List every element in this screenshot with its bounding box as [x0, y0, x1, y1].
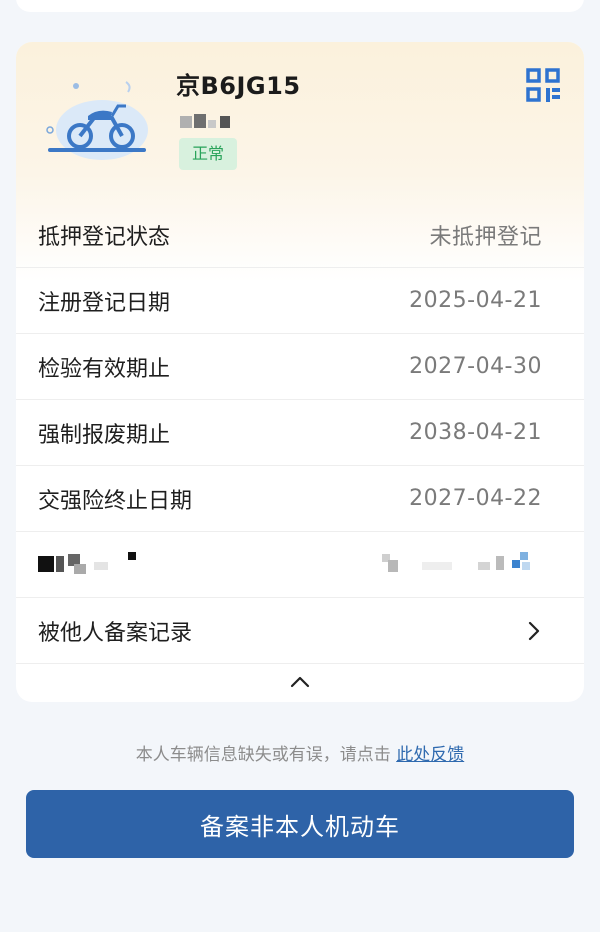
detail-label: 抵押登记状态 [38, 224, 171, 250]
qr-code-icon[interactable] [526, 68, 560, 102]
detail-label: 注册登记日期 [38, 290, 171, 316]
detail-row-scrap-deadline: 强制报废期止 2038-04-21 [16, 400, 584, 466]
detail-value: 2027-04-30 [409, 354, 542, 379]
status-badge: 正常 [179, 138, 238, 170]
detail-label: 强制报废期止 [38, 422, 171, 448]
detail-value: 2027-04-22 [409, 486, 542, 511]
redacted-value-mosaic [382, 550, 542, 580]
motorcycle-icon [46, 81, 148, 160]
feedback-link[interactable]: 此处反馈 [396, 745, 464, 765]
detail-row-inspection-expiry: 检验有效期止 2027-04-30 [16, 334, 584, 400]
detail-value: 2025-04-21 [409, 288, 542, 313]
filing-record-row[interactable]: 被他人备案记录 [16, 598, 584, 664]
detail-row-redacted [16, 532, 584, 598]
redacted-label-mosaic [38, 550, 198, 580]
detail-label: 交强险终止日期 [38, 488, 193, 514]
detail-value: 未抵押登记 [429, 224, 542, 250]
detail-row-insurance-expiry: 交强险终止日期 2027-04-22 [16, 466, 584, 532]
vehicle-card: 京B6JG15 正常 抵押登记状态 未抵押登记 注册登记日期 2025-04-2… [16, 42, 584, 702]
detail-label: 检验有效期止 [38, 356, 171, 382]
owner-name-mosaic [180, 114, 230, 130]
detail-row-registration-date: 注册登记日期 2025-04-21 [16, 268, 584, 334]
chevron-right-icon [528, 621, 540, 640]
feedback-hint: 本人车辆信息缺失或有误，请点击 此处反馈 [0, 740, 600, 765]
vehicle-details-list: 抵押登记状态 未抵押登记 注册登记日期 2025-04-21 检验有效期止 20… [16, 202, 584, 664]
license-plate: 京B6JG15 [176, 72, 301, 100]
collapse-toggle[interactable] [16, 662, 584, 702]
detail-row-mortgage: 抵押登记状态 未抵押登记 [16, 202, 584, 268]
detail-value: 2038-04-21 [409, 420, 542, 445]
feedback-text: 本人车辆信息缺失或有误，请点击 [135, 745, 391, 765]
previous-card-edge [16, 0, 584, 12]
register-other-vehicle-button[interactable]: 备案非本人机动车 [26, 790, 574, 858]
filing-record-label: 被他人备案记录 [38, 620, 193, 646]
chevron-up-icon [290, 676, 310, 688]
